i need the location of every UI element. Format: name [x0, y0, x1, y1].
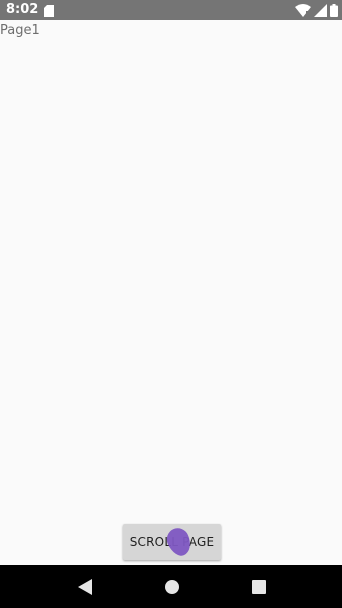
app-screen: 8:02 Page1 SCROLL PAGE — [0, 0, 342, 608]
status-bar: 8:02 — [0, 0, 342, 20]
page-title: Page1 — [0, 23, 40, 38]
signal-icon — [314, 3, 327, 17]
recents-icon[interactable] — [251, 579, 267, 595]
back-icon[interactable] — [77, 579, 93, 595]
sd-card-icon — [44, 4, 54, 17]
status-time: 8:02 — [6, 2, 39, 17]
battery-icon — [330, 3, 338, 17]
status-icons — [295, 3, 338, 17]
wifi-icon — [295, 3, 311, 17]
home-icon[interactable] — [164, 579, 180, 595]
navigation-bar — [0, 565, 342, 608]
